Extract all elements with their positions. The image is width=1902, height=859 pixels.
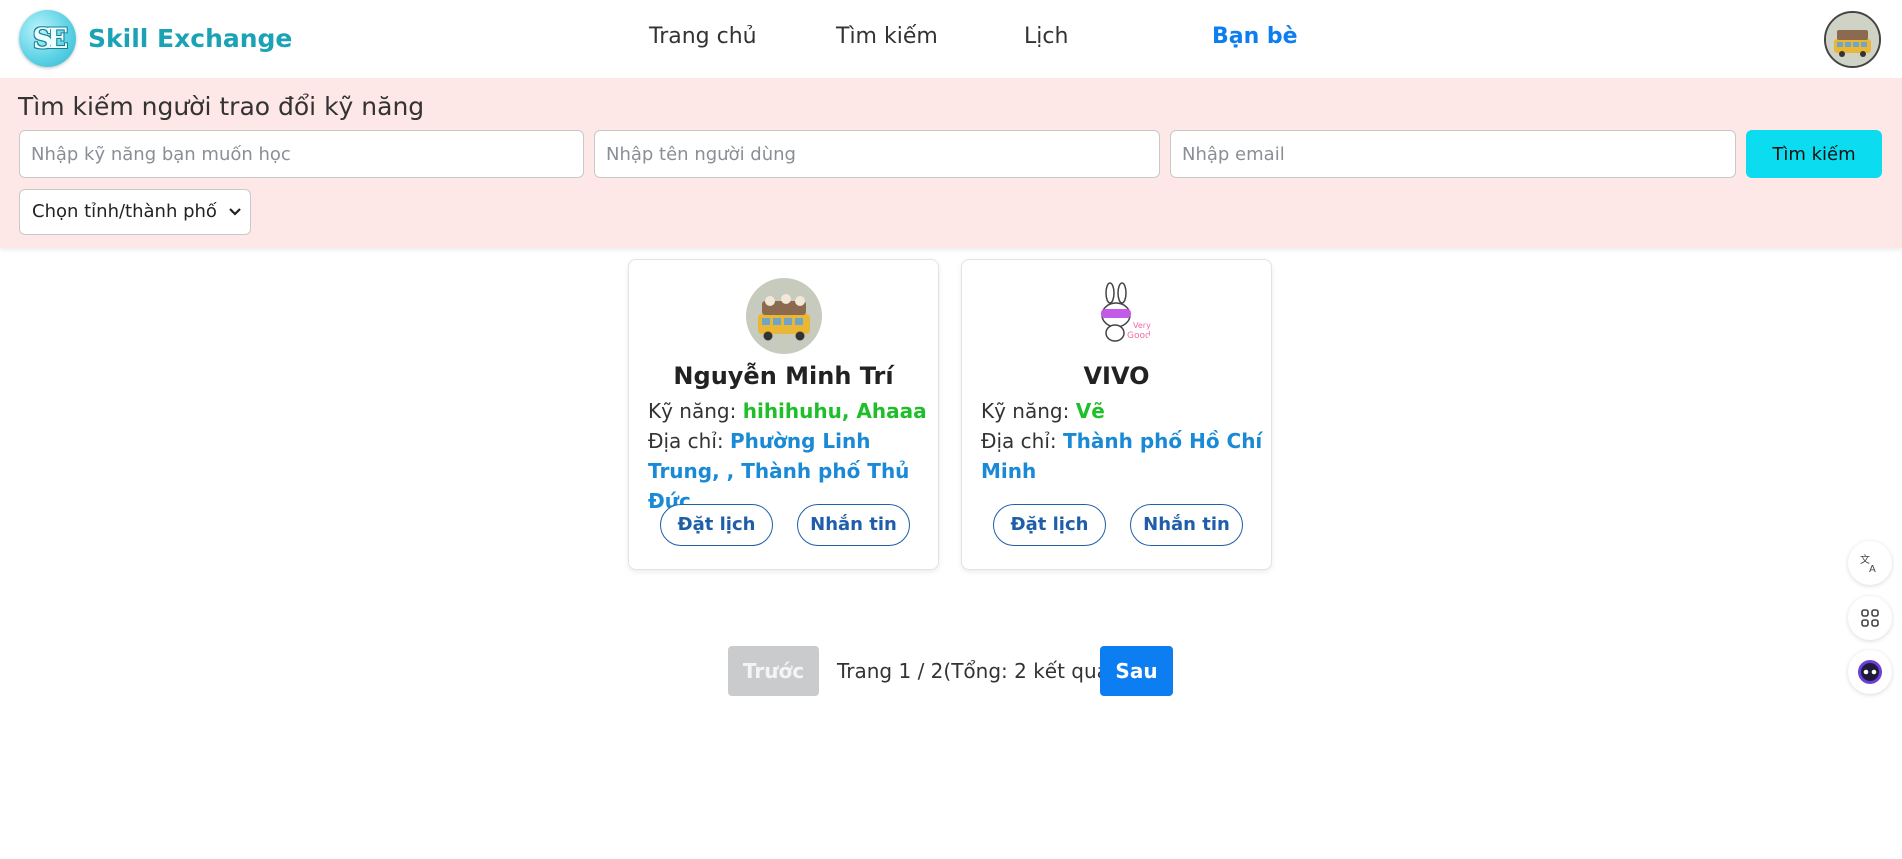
top-navbar: SE Skill Exchange Trang chủ Tìm kiếm Lịc… [0,0,1902,78]
nav-search[interactable]: Tìm kiếm [836,24,938,49]
address-label: Địa chỉ: [648,429,724,453]
avatar [746,278,822,354]
next-page-button[interactable]: Sau [1100,646,1173,696]
user-card: Very Good VIVO Kỹ năng: Vẽ Địa chỉ: Thàn… [961,259,1272,570]
username-input[interactable] [594,130,1160,178]
skill-label: Kỹ năng: [981,399,1070,423]
book-button[interactable]: Đặt lịch [660,504,773,546]
bunny-avatar-image: Very Good [1079,278,1155,354]
avatar: Very Good [1079,278,1155,354]
svg-text:Very: Very [1133,321,1151,330]
bus-avatar-image [746,278,822,354]
logo-letters: SE [32,22,69,55]
email-input[interactable] [1170,130,1736,178]
page-info: Trang 1 / 2(Tổng: 2 kết quả) [837,659,1117,683]
city-select-value: Chọn tỉnh/thành phố [32,201,217,222]
logo[interactable]: SE [19,10,76,67]
message-button[interactable]: Nhắn tin [1130,504,1243,546]
message-button[interactable]: Nhắn tin [797,504,910,546]
skill-value: Vẽ [1075,399,1105,423]
chevron-down-icon [228,190,242,251]
nav-calendar[interactable]: Lịch [1024,24,1068,49]
user-card: Nguyễn Minh Trí Kỹ năng: hihihuhu, Ahaaa… [628,259,939,570]
assistant-icon[interactable] [1848,650,1892,694]
search-panel: Tìm kiếm người trao đổi kỹ năng Tìm kiếm… [0,78,1902,248]
brand-name[interactable]: Skill Exchange [88,24,292,53]
svg-text:Good: Good [1127,331,1151,341]
translate-icon[interactable]: 文 A [1848,541,1892,585]
user-name: Nguyễn Minh Trí [673,362,894,390]
search-button[interactable]: Tìm kiếm [1746,130,1882,178]
skill-input[interactable] [19,130,584,178]
address-label: Địa chỉ: [981,429,1057,453]
nav-friends[interactable]: Bạn bè [1212,24,1298,49]
address-line: Địa chỉ: Thành phố Hồ Chí Minh [981,426,1266,486]
skill-label: Kỹ năng: [648,399,737,423]
user-avatar[interactable] [1824,11,1881,68]
user-name: VIVO [1083,362,1150,390]
address-line: Địa chỉ: Phường Linh Trung, , Thành phố … [648,426,933,516]
search-title: Tìm kiếm người trao đổi kỹ năng [18,92,425,121]
skill-line: Kỹ năng: Vẽ [981,396,1266,426]
skill-value: hihihuhu, Ahaaa [742,399,927,423]
prev-page-button[interactable]: Trước [728,646,819,696]
svg-text:A: A [1869,564,1876,574]
nav-home[interactable]: Trang chủ [649,24,757,49]
city-select[interactable]: Chọn tỉnh/thành phố [19,189,251,235]
bus-avatar-image [1826,13,1879,66]
book-button[interactable]: Đặt lịch [993,504,1106,546]
apps-icon[interactable] [1848,596,1892,640]
skill-line: Kỹ năng: hihihuhu, Ahaaa [648,396,933,426]
